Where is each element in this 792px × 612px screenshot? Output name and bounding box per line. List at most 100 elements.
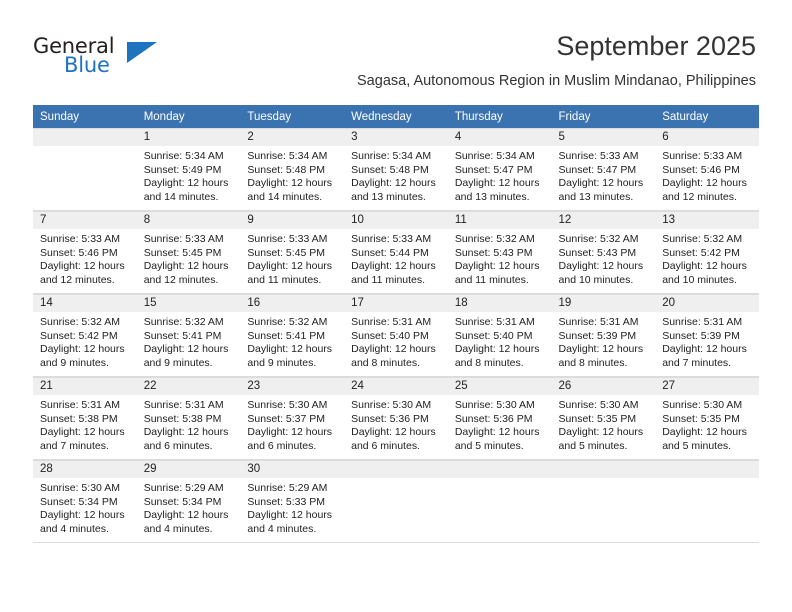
sunrise-text: Sunrise: 5:32 AM <box>662 233 743 245</box>
day-cell-inner: 25 Sunrise: 5:30 AM Sunset: 5:36 PM Dayligh… <box>447 377 552 460</box>
calendar-day-cell[interactable]: 3 Sunrise: 5:34 AM Sunset: 5:48 PM Daylight… <box>344 128 448 211</box>
calendar-day-cell[interactable]: 30 Sunrise: 5:29 AM Sunset: 5:33 PM Dayligh… <box>240 460 345 543</box>
day-cell-details: Sunrise: 5:34 AM Sunset: 5:48 PM Daylight:… <box>240 146 344 204</box>
day-cell-details: Sunrise: 5:30 AM Sunset: 5:37 PM Daylight:… <box>240 395 344 453</box>
daylight-text-line2: and 12 minutes. <box>143 273 219 286</box>
daylight-text-line1: Daylight: 12 hours <box>454 260 540 273</box>
calendar-week-row: 14 Sunrise: 5:32 AM Sunset: 5:42 PM Dayligh… <box>33 294 759 377</box>
calendar-day-cell[interactable]: 12 Sunrise: 5:32 AM Sunset: 5:43 PM Dayligh… <box>551 211 656 294</box>
sunset-text: Sunset: 5:46 PM <box>40 246 118 259</box>
sunset-text: Sunset: 5:45 PM <box>247 246 326 259</box>
sunset-text: Sunset: 5:40 PM <box>351 329 429 342</box>
calendar-day-cell[interactable]: 18 Sunrise: 5:31 AM Sunset: 5:40 PM Dayligh… <box>447 294 552 377</box>
calendar-day-cell[interactable]: 19 Sunrise: 5:31 AM Sunset: 5:39 PM Dayligh… <box>551 294 656 377</box>
day-number: 22 <box>136 378 241 395</box>
day-cell-inner: 13 Sunrise: 5:32 AM Sunset: 5:42 PM Dayligh… <box>655 211 759 294</box>
sunrise-text: Sunrise: 5:31 AM <box>351 316 432 328</box>
sunrise-text: Sunrise: 5:29 AM <box>247 482 328 494</box>
day-cell-details: Sunrise: 5:33 AM Sunset: 5:46 PM Daylight:… <box>33 229 137 287</box>
sunset-text: Sunset: 5:38 PM <box>40 412 118 425</box>
day-cell-inner: 29 Sunrise: 5:29 AM Sunset: 5:34 PM Dayligh… <box>136 460 241 543</box>
day-number: 1 <box>136 129 241 146</box>
calendar-day-cell[interactable]: 11 Sunrise: 5:32 AM Sunset: 5:43 PM Dayligh… <box>447 211 552 294</box>
day-number: 11 <box>447 212 552 229</box>
calendar-day-cell[interactable]: 16 Sunrise: 5:32 AM Sunset: 5:41 PM Dayligh… <box>240 294 345 377</box>
calendar-day-cell[interactable]: 15 Sunrise: 5:32 AM Sunset: 5:41 PM Dayligh… <box>136 294 241 377</box>
calendar-day-cell[interactable]: 23 Sunrise: 5:30 AM Sunset: 5:37 PM Dayligh… <box>240 377 345 460</box>
day-cell-inner: 1 Sunrise: 5:34 AM Sunset: 5:49 PM Daylight… <box>136 128 241 211</box>
day-cell-inner: 28 Sunrise: 5:30 AM Sunset: 5:34 PM Dayligh… <box>33 460 137 543</box>
day-number: 29 <box>136 461 241 478</box>
calendar-day-cell[interactable]: 24 Sunrise: 5:30 AM Sunset: 5:36 PM Dayligh… <box>344 377 448 460</box>
daylight-text-line2: and 7 minutes. <box>662 356 732 369</box>
daylight-text-line1: Daylight: 12 hours <box>40 509 125 522</box>
day-number: 3 <box>344 129 448 146</box>
sunset-text: Sunset: 5:36 PM <box>351 412 429 425</box>
calendar-day-cell[interactable]: 20 Sunrise: 5:31 AM Sunset: 5:39 PM Dayligh… <box>655 294 759 377</box>
sunrise-text: Sunrise: 5:33 AM <box>143 233 224 245</box>
calendar-day-cell[interactable]: 8 Sunrise: 5:33 AM Sunset: 5:45 PM Daylight… <box>136 211 241 294</box>
calendar-day-cell[interactable]: 25 Sunrise: 5:30 AM Sunset: 5:36 PM Dayligh… <box>447 377 552 460</box>
calendar-day-cell[interactable]: 7 Sunrise: 5:33 AM Sunset: 5:46 PM Daylight… <box>33 211 137 294</box>
day-number: 23 <box>240 378 345 395</box>
daylight-text-line2: and 8 minutes. <box>351 356 420 369</box>
calendar-day-cell[interactable]: 26 Sunrise: 5:30 AM Sunset: 5:35 PM Dayligh… <box>551 377 656 460</box>
daylight-text-line1: Daylight: 12 hours <box>351 177 436 190</box>
general-blue-logo[interactable]: General Blue <box>33 34 213 84</box>
sunrise-text: Sunrise: 5:33 AM <box>558 150 639 162</box>
day-cell-details: Sunrise: 5:33 AM Sunset: 5:44 PM Daylight:… <box>344 229 448 287</box>
daylight-text-line2: and 10 minutes. <box>558 273 634 286</box>
calendar-day-cell[interactable]: 6 Sunrise: 5:33 AM Sunset: 5:46 PM Daylight… <box>655 128 759 211</box>
day-cell-details: Sunrise: 5:32 AM Sunset: 5:42 PM Daylight:… <box>33 312 137 370</box>
sunrise-text: Sunrise: 5:30 AM <box>40 482 120 494</box>
calendar-day-cell[interactable]: 10 Sunrise: 5:33 AM Sunset: 5:44 PM Dayligh… <box>344 211 448 294</box>
daylight-text-line2: and 9 minutes. <box>143 356 213 369</box>
calendar-day-cell[interactable]: 13 Sunrise: 5:32 AM Sunset: 5:42 PM Dayligh… <box>655 211 759 294</box>
day-number: 7 <box>33 212 137 229</box>
day-cell-details: Sunrise: 5:33 AM Sunset: 5:45 PM Daylight:… <box>137 229 241 287</box>
sunrise-text: Sunrise: 5:33 AM <box>662 150 743 162</box>
calendar-day-cell[interactable]: 9 Sunrise: 5:33 AM Sunset: 5:45 PM Daylight… <box>240 211 345 294</box>
weekday-header-wednesday: Wednesday <box>344 105 448 128</box>
day-cell-details: Sunrise: 5:34 AM Sunset: 5:49 PM Daylight:… <box>137 146 241 204</box>
daylight-text-line2: and 5 minutes. <box>662 439 732 452</box>
day-cell-inner: 8 Sunrise: 5:33 AM Sunset: 5:45 PM Daylight… <box>136 211 241 294</box>
logo-triangle-icon <box>127 42 157 63</box>
daylight-text-line2: and 10 minutes. <box>662 273 737 286</box>
calendar-day-cell[interactable]: 1 Sunrise: 5:34 AM Sunset: 5:49 PM Daylight… <box>136 128 241 211</box>
day-cell-inner <box>655 460 759 543</box>
day-number: 4 <box>447 129 552 146</box>
calendar-day-cell[interactable]: 28 Sunrise: 5:30 AM Sunset: 5:34 PM Dayligh… <box>33 460 137 543</box>
weekday-header-monday: Monday <box>136 105 241 128</box>
day-cell-inner: 7 Sunrise: 5:33 AM Sunset: 5:46 PM Daylight… <box>33 211 137 294</box>
day-number: 21 <box>33 378 137 395</box>
calendar-day-cell[interactable]: 17 Sunrise: 5:31 AM Sunset: 5:40 PM Dayligh… <box>344 294 448 377</box>
calendar-day-cell[interactable]: 14 Sunrise: 5:32 AM Sunset: 5:42 PM Dayligh… <box>33 294 137 377</box>
day-cell-details: Sunrise: 5:32 AM Sunset: 5:43 PM Daylight:… <box>448 229 552 287</box>
sunset-text: Sunset: 5:35 PM <box>558 412 637 425</box>
daylight-text-line2: and 14 minutes. <box>143 190 219 203</box>
sunrise-text: Sunrise: 5:34 AM <box>454 150 535 162</box>
calendar-day-cell[interactable]: 4 Sunrise: 5:34 AM Sunset: 5:47 PM Daylight… <box>447 128 552 211</box>
title-block: September 2025 Sagasa, Autonomous Region… <box>357 30 756 90</box>
day-cell-inner <box>447 460 552 543</box>
day-cell-inner: 17 Sunrise: 5:31 AM Sunset: 5:40 PM Dayligh… <box>344 294 448 377</box>
logo-text-blue: Blue <box>64 53 110 77</box>
daylight-text-line1: Daylight: 12 hours <box>454 343 540 356</box>
calendar-day-cell[interactable]: 22 Sunrise: 5:31 AM Sunset: 5:38 PM Dayligh… <box>136 377 241 460</box>
sunset-text: Sunset: 5:44 PM <box>351 246 429 259</box>
day-cell-inner: 3 Sunrise: 5:34 AM Sunset: 5:48 PM Daylight… <box>344 128 448 211</box>
calendar-day-cell[interactable]: 21 Sunrise: 5:31 AM Sunset: 5:38 PM Dayligh… <box>33 377 137 460</box>
calendar-day-cell[interactable]: 2 Sunrise: 5:34 AM Sunset: 5:48 PM Daylight… <box>240 128 345 211</box>
sunset-text: Sunset: 5:37 PM <box>247 412 326 425</box>
sunset-text: Sunset: 5:34 PM <box>40 495 118 508</box>
calendar-day-cell[interactable]: 29 Sunrise: 5:29 AM Sunset: 5:34 PM Dayligh… <box>136 460 241 543</box>
day-cell-inner: 24 Sunrise: 5:30 AM Sunset: 5:36 PM Dayligh… <box>344 377 448 460</box>
daylight-text-line2: and 13 minutes. <box>351 190 426 203</box>
calendar-day-cell[interactable]: 5 Sunrise: 5:33 AM Sunset: 5:47 PM Daylight… <box>551 128 656 211</box>
sunrise-text: Sunrise: 5:32 AM <box>558 233 639 245</box>
daylight-text-line1: Daylight: 12 hours <box>143 177 229 190</box>
day-number: 5 <box>551 129 656 146</box>
calendar-day-cell[interactable]: 27 Sunrise: 5:30 AM Sunset: 5:35 PM Dayligh… <box>655 377 759 460</box>
daylight-text-line1: Daylight: 12 hours <box>143 260 229 273</box>
